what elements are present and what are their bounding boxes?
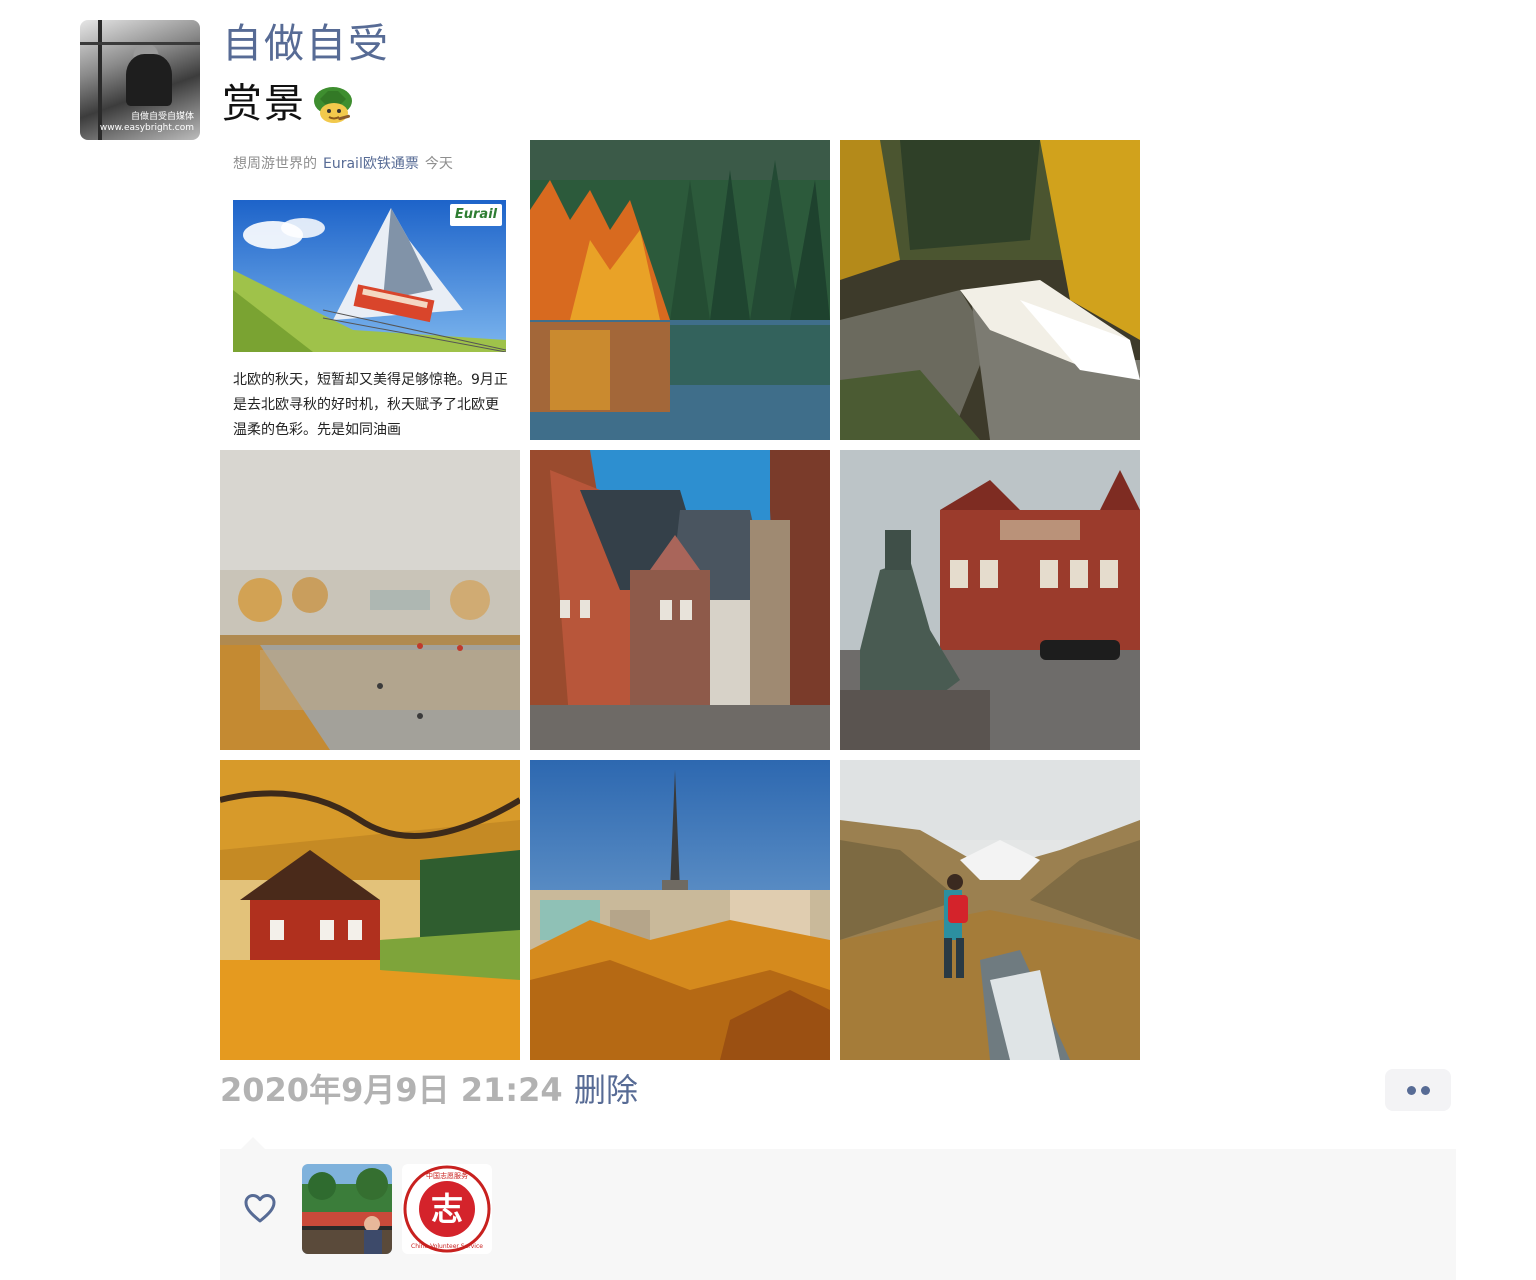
photo-grid: 想周游世界的 Eurail欧铁通票 今天 Eurail 北欧的秋天，短暂却又美得…: [220, 140, 1140, 1060]
photo-waterfall-autumn[interactable]: [840, 140, 1140, 440]
like-avatar-volunteer-logo[interactable]: 志 中国志愿服务 China Volunteer Service: [402, 1164, 492, 1254]
turtle-emoji-icon: [310, 81, 356, 127]
like-avatar-garden[interactable]: [302, 1164, 392, 1254]
article-excerpt: 北欧的秋天，短暂却又美得足够惊艳。9月正是去北欧寻秋的好时机，秋天赋予了北欧更温…: [233, 372, 508, 438]
volunteer-logo-bottom-text: China Volunteer Service: [411, 1243, 483, 1250]
article-meta: 想周游世界的 Eurail欧铁通票 今天: [233, 156, 453, 172]
article-cover-image: Eurail: [233, 200, 506, 352]
photo-church-spire-city[interactable]: [530, 760, 830, 1060]
heart-icon: [244, 1194, 276, 1223]
article-source-link[interactable]: Eurail欧铁通票: [323, 156, 419, 172]
eurail-badge: Eurail: [450, 204, 502, 226]
author-name[interactable]: 自做自受: [222, 18, 390, 70]
post-timestamp: 2020年9月9日 21:24: [220, 1071, 563, 1109]
photo-foggy-lake-park[interactable]: [220, 450, 520, 750]
delete-button[interactable]: 删除: [574, 1068, 638, 1112]
more-dots-icon[interactable]: [1385, 1069, 1451, 1111]
post-text-content: 赏景: [222, 81, 306, 127]
volunteer-logo-top-text: 中国志愿服务: [426, 1171, 468, 1180]
photo-brick-street-town[interactable]: [530, 450, 830, 750]
photo-red-cottage-autumn[interactable]: [220, 760, 520, 1060]
volunteer-logo-char: 志: [431, 1190, 463, 1228]
shared-article-card[interactable]: 想周游世界的 Eurail欧铁通票 今天 Eurail 北欧的秋天，短暂却又美得…: [220, 140, 520, 440]
photo-tivoli-statue[interactable]: [840, 450, 1140, 750]
photo-autumn-lake-forest[interactable]: [530, 140, 830, 440]
author-avatar[interactable]: 自做自受自媒体 www.easybright.com: [80, 20, 200, 140]
photo-hiker-valley[interactable]: [840, 760, 1140, 1060]
avatar-watermark: 自做自受自媒体 www.easybright.com: [99, 112, 194, 133]
post-text: 赏景: [222, 78, 356, 130]
